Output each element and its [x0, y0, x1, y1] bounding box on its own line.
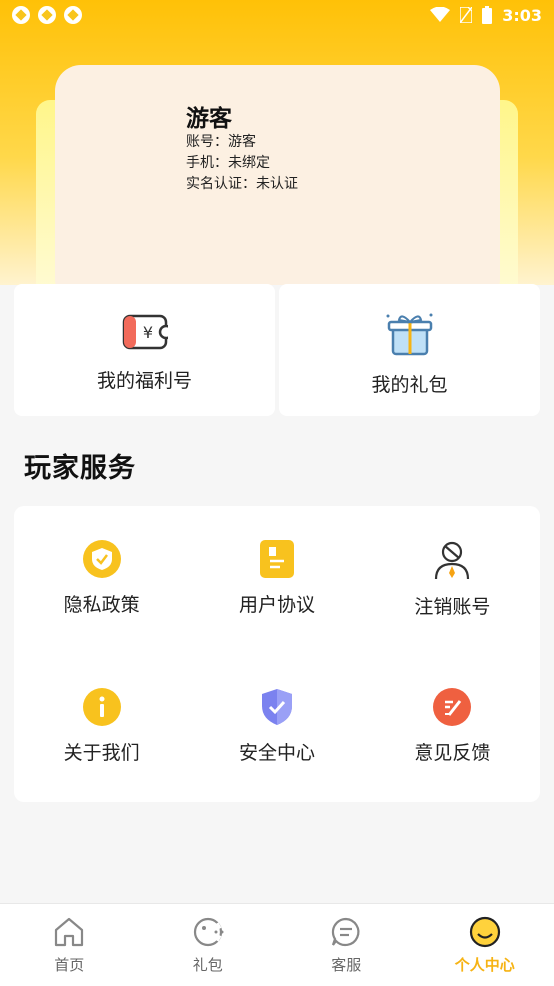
- user-cancel-icon: [435, 541, 470, 580]
- user-agreement-label: 用户协议: [238, 594, 315, 616]
- notification-icon: [38, 6, 56, 24]
- tab-service-label: 客服: [331, 956, 362, 974]
- tab-home-label: 首页: [54, 956, 85, 974]
- status-time: 3:03: [502, 5, 542, 25]
- feedback-button[interactable]: 意见反馈: [365, 654, 540, 802]
- chat-icon: [332, 917, 360, 947]
- realname-label: 实名认证：: [186, 176, 256, 192]
- coupon-icon: ¥: [122, 314, 168, 350]
- phone-row: 手机：未绑定: [186, 152, 270, 172]
- phone-label: 手机：: [186, 155, 228, 171]
- section-title: 玩家服务: [24, 453, 136, 484]
- tab-personal-center[interactable]: 个人中心: [416, 904, 554, 986]
- welfare-number-label: 我的福利号: [96, 370, 192, 392]
- services-grid: 隐私政策 用户协议 注销账号 关于我们 安全中心 意见反馈: [14, 506, 540, 802]
- my-gift-label: 我的礼包: [371, 374, 448, 396]
- quick-entries: ¥ 我的福利号 我的礼包: [14, 284, 540, 416]
- cancel-account-label: 注销账号: [414, 596, 491, 618]
- user-name: 游客: [186, 106, 232, 132]
- about-us-button[interactable]: 关于我们: [14, 654, 189, 802]
- battery-icon: [482, 6, 493, 24]
- security-shield-icon: [261, 689, 292, 725]
- notification-icon: [12, 6, 30, 24]
- info-icon: [82, 688, 121, 726]
- notification-icon: [64, 6, 82, 24]
- wifi-icon: [430, 7, 451, 22]
- feedback-edit-icon: [433, 688, 472, 726]
- tab-personal-center-label: 个人中心: [454, 956, 515, 974]
- sim-icon: [460, 7, 473, 23]
- tab-gift[interactable]: 礼包: [139, 904, 278, 986]
- privacy-policy-label: 隐私政策: [63, 594, 140, 616]
- shield-check-icon: [82, 540, 121, 578]
- phone-value: 未绑定: [228, 155, 270, 171]
- account-value: 游客: [228, 134, 256, 150]
- tab-service[interactable]: 客服: [277, 904, 416, 986]
- feedback-label: 意见反馈: [414, 742, 491, 764]
- gift-icon: [386, 313, 432, 356]
- account-label: 账号：: [186, 134, 228, 150]
- home-icon: [55, 917, 84, 947]
- profile-header: 游客 账号：游客 手机：未绑定 实名认证：未认证: [0, 0, 554, 285]
- smile-icon: [469, 916, 500, 948]
- cancel-account-button[interactable]: 注销账号: [365, 506, 540, 654]
- document-icon: [259, 540, 294, 578]
- user-agreement-button[interactable]: 用户协议: [189, 506, 364, 654]
- status-bar: 3:03: [0, 0, 554, 30]
- profile-card: 游客 账号：游客 手机：未绑定 实名认证：未认证: [55, 65, 500, 285]
- security-center-label: 安全中心: [238, 742, 315, 764]
- security-center-button[interactable]: 安全中心: [189, 654, 364, 802]
- about-us-label: 关于我们: [63, 742, 140, 764]
- account-row: 账号：游客: [186, 131, 256, 151]
- bottom-tab-bar: 首页 礼包 客服 个人中心: [0, 903, 554, 986]
- my-gift-button[interactable]: 我的礼包: [279, 284, 540, 416]
- realname-row: 实名认证：未认证: [186, 173, 298, 193]
- tab-gift-label: 礼包: [192, 956, 223, 974]
- welfare-number-button[interactable]: ¥ 我的福利号: [14, 284, 275, 416]
- svg-text:¥: ¥: [142, 323, 152, 342]
- privacy-policy-button[interactable]: 隐私政策: [14, 506, 189, 654]
- realname-value: 未认证: [256, 176, 298, 192]
- gift-bag-icon: [193, 917, 224, 947]
- tab-home[interactable]: 首页: [0, 904, 139, 986]
